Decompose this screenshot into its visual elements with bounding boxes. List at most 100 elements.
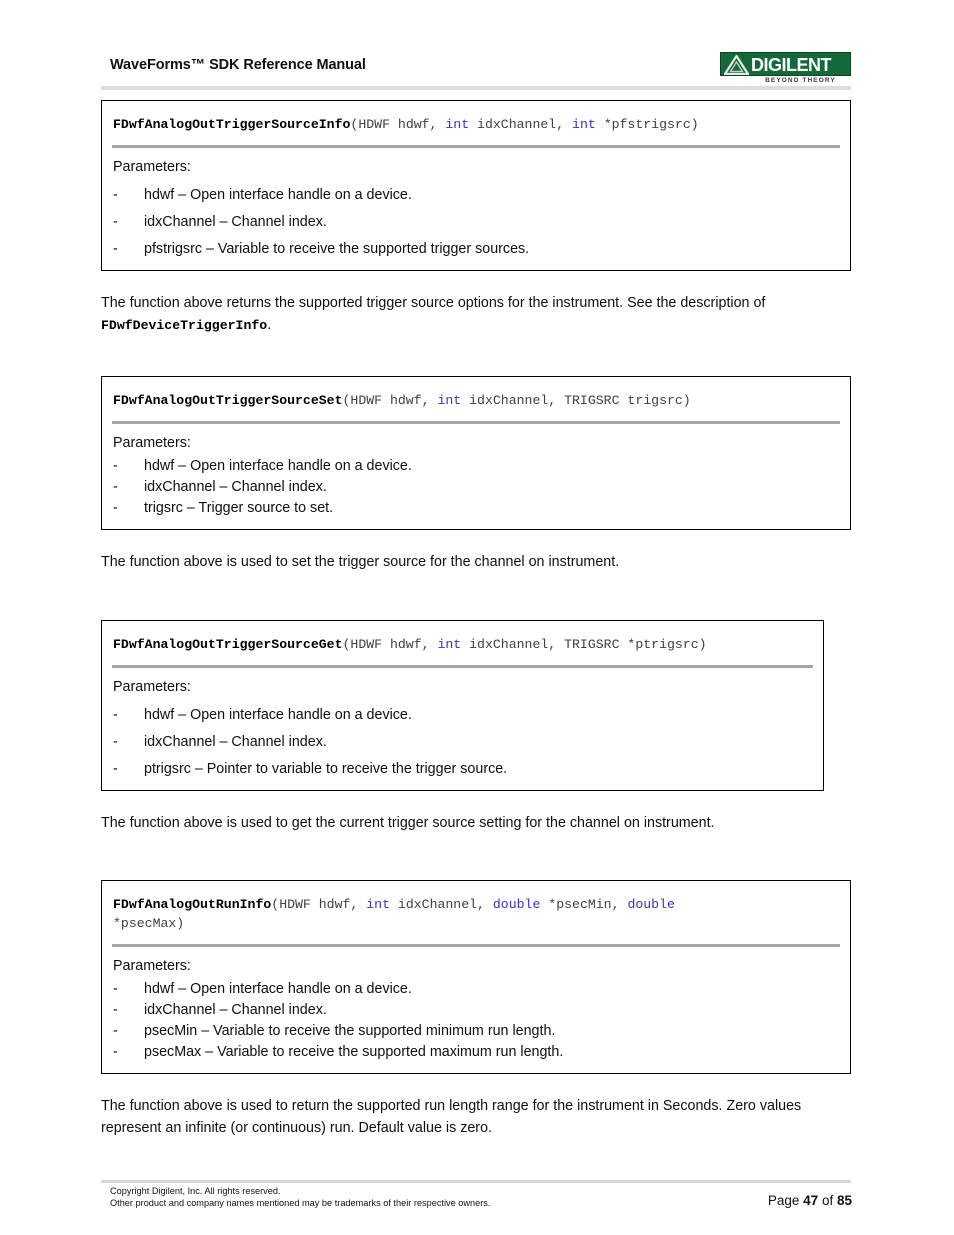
- function-signature: FDwfAnalogOutTriggerSourceInfo(HDWF hdwf…: [102, 101, 850, 145]
- parameters-label: Parameters:: [113, 159, 191, 175]
- function-signature: FDwfAnalogOutTriggerSourceSet(HDWF hdwf,…: [102, 377, 850, 421]
- type-keyword: int: [572, 117, 596, 132]
- document-page: WaveForms™ SDK Reference Manual DIGILENT…: [0, 0, 954, 1235]
- type-keyword: int: [437, 636, 462, 652]
- header-divider: [101, 86, 851, 90]
- logo-wordmark: DIGILENT: [751, 55, 832, 75]
- description-text-tail: .: [267, 316, 272, 333]
- parameter-item: - hdwf – Open interface handle on a devic…: [113, 705, 811, 726]
- function-name: FDwfAnalogOutTriggerSourceInfo: [113, 117, 351, 132]
- function-reference-box: FDwfAnalogOutTriggerSourceSet(HDWF hdwf,…: [101, 376, 851, 530]
- function-description: The function above is used to return the…: [101, 1096, 853, 1139]
- parameter-item: - hdwf – Open interface handle on a devic…: [113, 185, 838, 206]
- function-name: FDwfAnalogOutTriggerSourceGet: [113, 636, 343, 652]
- parameter-item: - pfstrigsrc – Variable to receive the su…: [113, 239, 838, 260]
- parameters-block: Parameters: - hdwf – Open interface handle…: [102, 947, 850, 1073]
- list-dash-marker: -: [113, 1023, 118, 1039]
- parameter-item: - idxChannel – Channel index.: [113, 212, 838, 233]
- list-dash-marker: -: [113, 760, 118, 777]
- parameter-item: - idxChannel – Channel index.: [113, 732, 811, 753]
- page-number-current: 47: [803, 1193, 819, 1208]
- parameter-text: trigsrc – Trigger source to set.: [144, 500, 334, 516]
- parameter-text: idxChannel – Channel index.: [144, 214, 327, 230]
- signature-text: idxChannel, TRIGSRC *ptrigsrc): [461, 636, 707, 652]
- signature-text: (HDWF hdwf,: [342, 393, 438, 408]
- function-signature: FDwfAnalogOutTriggerSourceGet(HDWF hdwf,…: [102, 621, 823, 665]
- parameters-label: Parameters:: [113, 958, 191, 974]
- list-dash-marker: -: [113, 981, 118, 997]
- type-keyword: double: [627, 897, 675, 912]
- parameter-text: pfstrigsrc – Variable to receive the sup…: [144, 241, 530, 257]
- parameter-item: - hdwf – Open interface handle on a devic…: [113, 979, 838, 1000]
- page-header-title: WaveForms™ SDK Reference Manual: [110, 57, 366, 73]
- parameter-list: - hdwf – Open interface handle on a devic…: [113, 185, 838, 260]
- parameter-text: hdwf – Open interface handle on a device…: [144, 187, 412, 203]
- signature-text: (HDWF hdwf,: [271, 897, 367, 912]
- function-name: FDwfAnalogOutRunInfo: [113, 897, 272, 912]
- page-footer: Copyright Digilent, Inc. All rights rese…: [101, 1186, 853, 1216]
- parameters-label: Parameters:: [113, 678, 191, 695]
- parameter-item: - idxChannel – Channel index.: [113, 1000, 838, 1021]
- type-keyword: int: [366, 897, 390, 912]
- digilent-logo: DIGILENT BEYOND THEORY: [720, 52, 851, 85]
- function-reference-box: FDwfAnalogOutTriggerSourceGet(HDWF hdwf,…: [101, 619, 824, 791]
- function-reference-box: FDwfAnalogOutRunInfo(HDWF hdwf, int idxC…: [101, 880, 851, 1074]
- signature-text: *psecMax): [113, 916, 185, 931]
- signature-text: *pfstrigsrc): [595, 117, 699, 132]
- signature-text: (HDWF hdwf,: [342, 636, 438, 652]
- parameter-text: hdwf – Open interface handle on a device…: [144, 458, 412, 474]
- parameter-text: psecMin – Variable to receive the suppor…: [144, 1023, 556, 1039]
- parameter-text: idxChannel – Channel index.: [144, 1002, 327, 1018]
- parameters-block: Parameters: - hdwf – Open interface handle…: [102, 424, 850, 529]
- parameter-item: - ptrigsrc – Pointer to variable to recei…: [113, 759, 811, 780]
- function-signature: FDwfAnalogOutRunInfo(HDWF hdwf, int idxC…: [102, 881, 850, 944]
- list-dash-marker: -: [113, 214, 118, 230]
- function-description: The function above is used to get the cu…: [101, 813, 853, 835]
- parameter-item: - psecMin – Variable to receive the suppo…: [113, 1021, 838, 1042]
- parameter-text: ptrigsrc – Pointer to variable to receiv…: [144, 760, 508, 777]
- parameter-text: hdwf – Open interface handle on a device…: [144, 981, 412, 997]
- parameter-item: - idxChannel – Channel index.: [113, 477, 838, 498]
- parameter-text: idxChannel – Channel index.: [144, 733, 327, 750]
- description-text: The function above is used to set the tr…: [101, 554, 620, 570]
- description-function-reference: FDwfDeviceTriggerInfo: [101, 317, 268, 333]
- function-reference-box: FDwfAnalogOutTriggerSourceInfo(HDWF hdwf…: [101, 100, 851, 271]
- footer-copyright: Copyright Digilent, Inc. All rights rese…: [110, 1186, 490, 1209]
- logo-tagline: BEYOND THEORY: [750, 76, 851, 85]
- list-dash-marker: -: [113, 733, 118, 750]
- signature-text: (HDWF hdwf,: [350, 117, 446, 132]
- page-content: FDwfAnalogOutTriggerSourceInfo(HDWF hdwf…: [101, 100, 853, 1139]
- parameters-label: Parameters:: [113, 435, 191, 451]
- description-text: The function above returns the supported…: [101, 295, 766, 311]
- list-dash-marker: -: [113, 706, 118, 723]
- parameter-list: - hdwf – Open interface handle on a devic…: [113, 456, 838, 519]
- type-keyword: int: [445, 117, 470, 132]
- type-keyword: int: [437, 393, 462, 408]
- parameter-text: hdwf – Open interface handle on a device…: [144, 706, 412, 723]
- list-dash-marker: -: [113, 1044, 118, 1060]
- parameters-block: Parameters: - hdwf – Open interface handle…: [102, 668, 823, 790]
- function-name: FDwfAnalogOutTriggerSourceSet: [113, 393, 343, 408]
- type-keyword: double: [492, 897, 541, 912]
- digilent-triangle-icon: [724, 55, 749, 75]
- page-number-total: 85: [836, 1193, 852, 1208]
- list-dash-marker: -: [113, 187, 118, 203]
- parameter-item: - trigsrc – Trigger source to set.: [113, 498, 838, 519]
- description-text: The function above is used to get the cu…: [101, 814, 715, 831]
- list-dash-marker: -: [113, 458, 118, 474]
- parameter-list: - hdwf – Open interface handle on a devic…: [113, 705, 811, 780]
- signature-text: idxChannel,: [469, 117, 573, 132]
- function-description: The function above returns the supported…: [101, 293, 853, 336]
- footer-copyright-line-1: Copyright Digilent, Inc. All rights rese…: [110, 1186, 281, 1196]
- footer-copyright-line-2: Other product and company names mentione…: [110, 1197, 491, 1208]
- footer-divider: [101, 1180, 851, 1183]
- page-number-prefix: Page: [767, 1193, 804, 1208]
- list-dash-marker: -: [113, 500, 118, 516]
